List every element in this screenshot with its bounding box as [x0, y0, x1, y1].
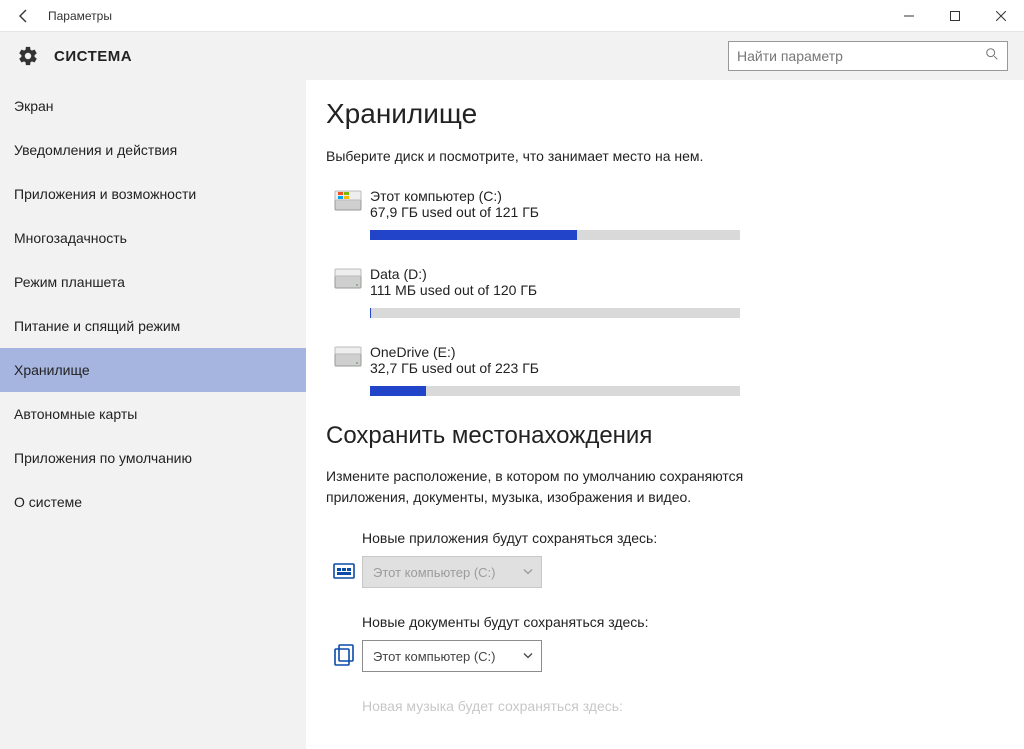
sidebar-item[interactable]: Автономные карты	[0, 392, 306, 436]
sidebar-item-label: О системе	[14, 494, 82, 510]
sidebar: Экран Уведомления и действия Приложения и …	[0, 80, 306, 749]
sidebar-item[interactable]: Режим планшета	[0, 260, 306, 304]
save-location-row: Новые документы будут сохраняться здесь:…	[326, 614, 1004, 672]
sidebar-item[interactable]: О системе	[0, 480, 306, 524]
dropdown-value: Этот компьютер (C:)	[373, 565, 495, 580]
sidebar-item-label: Приложения по умолчанию	[14, 450, 192, 466]
chevron-down-icon	[523, 649, 533, 664]
save-location-type-icon	[326, 560, 362, 584]
sidebar-item-label: Питание и спящий режим	[14, 318, 180, 334]
drive-name: OneDrive (E:)	[370, 344, 1004, 360]
save-location-row: Новые приложения будут сохраняться здесь…	[326, 530, 1004, 588]
drive-icon	[326, 344, 370, 368]
save-location-dropdown: Этот компьютер (C:)	[362, 556, 542, 588]
search-input[interactable]	[737, 48, 985, 64]
settings-gear-icon	[12, 40, 44, 72]
sidebar-item[interactable]: Хранилище	[0, 348, 306, 392]
section-title: СИСТЕМА	[54, 48, 132, 65]
drive-icon	[326, 188, 370, 212]
titlebar: Параметры	[0, 0, 1024, 32]
window-title: Параметры	[48, 9, 886, 23]
search-box[interactable]	[728, 41, 1008, 71]
drive-name: Data (D:)	[370, 266, 1004, 282]
drive-row[interactable]: Этот компьютер (C:)67,9 ГБ used out of 1…	[326, 188, 1004, 220]
page-heading: Хранилище	[326, 98, 1004, 130]
save-locations-description: Измените расположение, в котором по умол…	[326, 466, 746, 508]
drive-name: Этот компьютер (C:)	[370, 188, 1004, 204]
content: Хранилище Выберите диск и посмотрите, чт…	[306, 80, 1024, 749]
drive-usage-bar	[370, 230, 740, 240]
sidebar-item-label: Уведомления и действия	[14, 142, 177, 158]
drive-usage: 32,7 ГБ used out of 223 ГБ	[370, 360, 1004, 376]
sidebar-item[interactable]: Приложения и возможности	[0, 172, 306, 216]
maximize-button[interactable]	[932, 0, 978, 32]
save-location-label: Новые документы будут сохраняться здесь:	[362, 614, 1004, 630]
sidebar-item[interactable]: Приложения по умолчанию	[0, 436, 306, 480]
back-button[interactable]	[0, 0, 48, 32]
sidebar-item-label: Автономные карты	[14, 406, 137, 422]
chevron-down-icon	[523, 565, 533, 580]
sidebar-item-label: Приложения и возможности	[14, 186, 196, 202]
drive-usage-bar	[370, 308, 740, 318]
drive-usage-bar	[370, 386, 740, 396]
save-location-dropdown[interactable]: Этот компьютер (C:)	[362, 640, 542, 672]
save-locations-heading: Сохранить местонахождения	[326, 422, 1004, 450]
truncated-row-label: Новая музыка будет сохраняться здесь:	[362, 698, 1004, 714]
sidebar-item[interactable]: Многозадачность	[0, 216, 306, 260]
drive-row[interactable]: OneDrive (E:)32,7 ГБ used out of 223 ГБ	[326, 344, 1004, 376]
minimize-button[interactable]	[886, 0, 932, 32]
save-location-label: Новые приложения будут сохраняться здесь…	[362, 530, 1004, 546]
sidebar-item[interactable]: Экран	[0, 84, 306, 128]
sidebar-item-label: Режим планшета	[14, 274, 125, 290]
sidebar-item-label: Экран	[14, 98, 54, 114]
sidebar-item-label: Многозадачность	[14, 230, 127, 246]
page-description: Выберите диск и посмотрите, что занимает…	[326, 148, 1004, 164]
sidebar-item[interactable]: Уведомления и действия	[0, 128, 306, 172]
sidebar-item-label: Хранилище	[14, 362, 90, 378]
drive-usage: 67,9 ГБ used out of 121 ГБ	[370, 204, 1004, 220]
dropdown-value: Этот компьютер (C:)	[373, 649, 495, 664]
search-icon	[985, 47, 999, 66]
drive-usage: 111 МБ used out of 120 ГБ	[370, 282, 1004, 298]
window-controls	[886, 0, 1024, 32]
drive-icon	[326, 266, 370, 290]
close-button[interactable]	[978, 0, 1024, 32]
sidebar-item[interactable]: Питание и спящий режим	[0, 304, 306, 348]
save-location-type-icon	[326, 644, 362, 668]
header: СИСТЕМА	[0, 32, 1024, 80]
drive-row[interactable]: Data (D:)111 МБ used out of 120 ГБ	[326, 266, 1004, 298]
